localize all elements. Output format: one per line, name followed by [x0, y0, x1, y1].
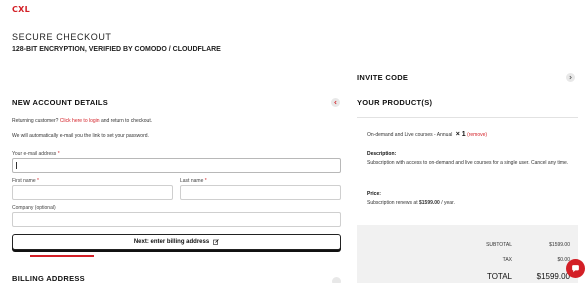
price-amount: $1599.00 [418, 200, 440, 206]
login-link[interactable]: Click here to login [60, 118, 100, 124]
returning-customer-text: Returning customer? Click here to login … [12, 118, 152, 124]
collapse-account-button[interactable] [331, 98, 340, 107]
chevron-right-icon [569, 75, 572, 80]
your-products-heading: YOUR PRODUCT(S) [357, 98, 433, 107]
product-quantity: × 1 [455, 131, 466, 138]
security-subtitle: 128-BIT ENCRYPTION, VERIFIED BY COMODO /… [12, 46, 221, 53]
text-caret [16, 162, 17, 169]
price-text: Subscription renews at $1599.00 / year. [367, 200, 455, 206]
last-name-label: Last name * [180, 178, 207, 184]
description-text: Subscription with access to on-demand an… [367, 160, 569, 166]
edit-icon [213, 239, 219, 245]
returning-suffix: and return to checkout. [100, 118, 153, 124]
billing-address-heading: BILLING ADDRESS [12, 274, 85, 283]
product-name: On-demand and Live courses - Annual [367, 132, 453, 138]
tax-label: TAX [502, 257, 512, 263]
account-details-heading: NEW ACCOUNT DETAILS [12, 98, 109, 107]
page-title: SECURE CHECKOUT [12, 32, 112, 42]
expand-billing-button[interactable] [332, 277, 341, 283]
first-name-label: First name * [12, 178, 39, 184]
total-value: $1599.00 [536, 272, 570, 281]
subtotal-value: $1599.00 [549, 242, 570, 248]
email-note: We will automatically e-mail you the lin… [12, 133, 149, 139]
next-billing-label: Next: enter billing address [133, 239, 210, 245]
price-heading: Price: [367, 191, 381, 197]
first-name-field[interactable] [12, 185, 173, 200]
chat-button[interactable] [566, 259, 585, 278]
description-heading: Description: [367, 151, 397, 157]
cxl-logo[interactable]: CXL [12, 5, 30, 14]
expand-invite-button[interactable] [566, 73, 575, 82]
chevron-left-icon [334, 100, 337, 105]
chat-icon [572, 265, 579, 273]
company-label: Company (optional) [12, 205, 56, 211]
returning-label: Returning customer? [12, 118, 59, 124]
last-name-field[interactable] [180, 185, 341, 200]
total-label: TOTAL [486, 272, 512, 281]
email-label: Your e-mail address * [12, 151, 60, 157]
progress-indicator [30, 255, 94, 257]
subtotal-label: SUBTOTAL [486, 242, 512, 248]
invite-code-heading[interactable]: INVITE CODE [357, 73, 408, 82]
remove-link[interactable]: (remove) [467, 132, 487, 138]
company-field[interactable] [12, 212, 341, 227]
product-line: On-demand and Live courses - Annual × 1 … [367, 131, 487, 138]
email-field[interactable] [12, 158, 341, 173]
next-billing-button[interactable]: Next: enter billing address [12, 234, 341, 250]
